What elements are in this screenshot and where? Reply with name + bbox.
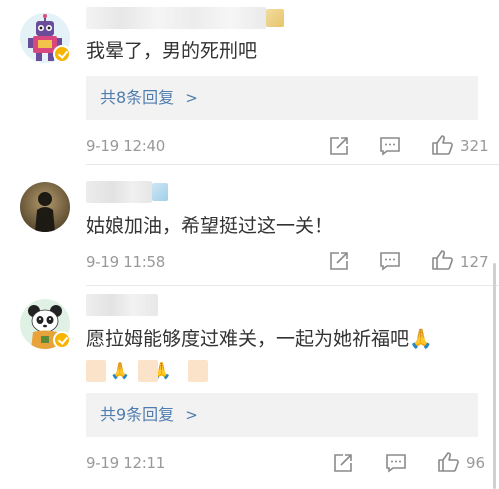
share-icon[interactable] (331, 451, 355, 475)
comment-icon[interactable] (378, 134, 402, 158)
comment-item: 我晕了，男的死刑吧 共8条回复 > 9-19 12:40 321 (0, 0, 499, 165)
share-icon[interactable] (327, 249, 351, 273)
timestamp: 9-19 12:40 (86, 137, 166, 155)
reply-count-label: 共8条回复 (100, 88, 175, 107)
thumbs-up-icon[interactable] (431, 133, 455, 157)
username-blurred[interactable] (86, 181, 168, 203)
comment-text: 我晕了，男的死刑吧 (86, 40, 258, 62)
reply-summary[interactable]: 共9条回复 > (86, 393, 478, 437)
username-blurred[interactable] (86, 7, 284, 29)
view-replies-link[interactable]: 共9条回复 > (100, 404, 198, 426)
comment-text: 姑娘加油，希望挺过这一关！ (86, 215, 334, 237)
silhouette-avatar-image (20, 182, 70, 232)
share-icon[interactable] (327, 134, 351, 158)
avatar[interactable] (20, 182, 70, 232)
emoji-placeholder (86, 360, 106, 382)
verified-badge-icon (53, 45, 71, 63)
comment-item: 愿拉姆能够度过难关，一起为她祈福吧🙏 🙏🙏 共9条回复 > 9-19 12:11… (0, 286, 499, 489)
timestamp: 9-19 11:58 (86, 253, 166, 271)
like-count: 127 (460, 253, 489, 271)
username-blurred[interactable] (86, 294, 158, 316)
comment-icon[interactable] (378, 249, 402, 273)
emoji-placeholder (138, 360, 158, 382)
emoji-row: 🙏🙏 (86, 360, 216, 386)
like-count: 321 (460, 137, 489, 155)
chevron-right-icon: > (185, 89, 198, 107)
comment-icon[interactable] (384, 451, 408, 475)
comment-text: 愿拉姆能够度过难关，一起为她祈福吧🙏 (86, 328, 433, 350)
scrollbar[interactable] (493, 263, 496, 489)
verified-badge-icon (53, 331, 71, 349)
view-replies-link[interactable]: 共8条回复 > (100, 87, 198, 109)
like-count: 96 (466, 454, 486, 472)
chevron-right-icon: > (185, 406, 198, 424)
thumbs-up-icon[interactable] (437, 450, 461, 474)
reply-count-label: 共9条回复 (100, 405, 175, 424)
timestamp: 9-19 12:11 (86, 454, 166, 472)
comment-item: 姑娘加油，希望挺过这一关！ 9-19 11:58 127 (0, 165, 499, 286)
reply-summary[interactable]: 共8条回复 > (86, 76, 478, 120)
emoji-placeholder (188, 360, 208, 382)
thumbs-up-icon[interactable] (431, 248, 455, 272)
